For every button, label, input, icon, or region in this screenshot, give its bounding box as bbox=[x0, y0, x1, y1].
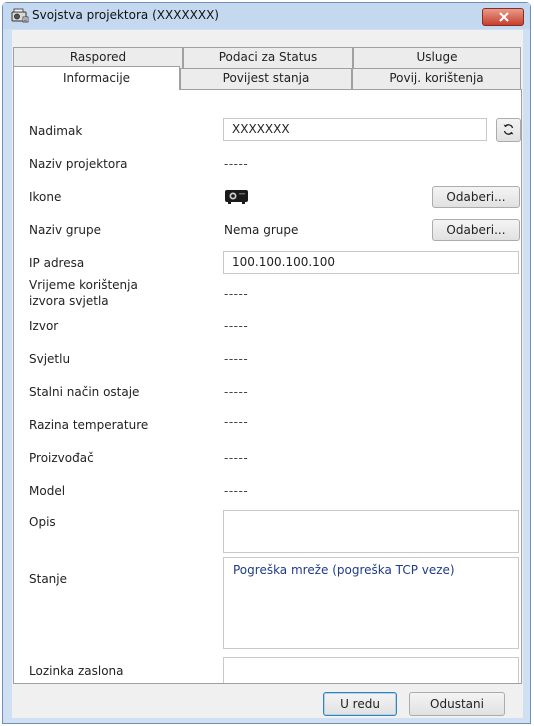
description-label: Opis bbox=[29, 515, 56, 529]
group-select-button[interactable]: Odaberi... bbox=[432, 219, 520, 241]
temperature-label: Razina temperature bbox=[29, 418, 149, 432]
icons-select-button[interactable]: Odaberi... bbox=[432, 186, 520, 208]
status-field[interactable]: Pogreška mreže (pogreška TCP veze) bbox=[223, 557, 519, 649]
manufacturer-value: ----- bbox=[224, 451, 249, 465]
light-value: ----- bbox=[224, 352, 249, 366]
constant-mode-label: Stalni način ostaje bbox=[29, 385, 140, 399]
window-title: Svojstva projektora (XXXXXXX) bbox=[32, 8, 219, 22]
tab-povij-koristenja[interactable]: Povij. korištenja bbox=[352, 68, 521, 89]
dialog-client: Raspored Podaci za Status Usluge Informa… bbox=[12, 30, 523, 718]
status-label: Stanje bbox=[29, 572, 67, 586]
nickname-label: Nadimak bbox=[29, 124, 83, 138]
projector-name-label: Naziv projektora bbox=[29, 157, 128, 171]
refresh-button[interactable] bbox=[496, 118, 521, 142]
manufacturer-label: Proizvođač bbox=[29, 451, 94, 465]
group-name-value: Nema grupe bbox=[224, 223, 299, 237]
properties-window: Svojstva projektora (XXXXXXX) Raspored P… bbox=[2, 2, 531, 724]
refresh-icon bbox=[503, 124, 514, 135]
tab-informacije[interactable]: Informacije bbox=[13, 66, 180, 90]
group-name-label: Naziv grupe bbox=[29, 223, 102, 237]
ip-address-field[interactable]: 100.100.100.100 bbox=[223, 251, 519, 274]
tab-row-bottom: Informacije Povijest stanja Povij. koriš… bbox=[13, 66, 521, 90]
source-label: Izvor bbox=[29, 319, 59, 333]
tab-raspored[interactable]: Raspored bbox=[13, 47, 183, 68]
model-value: ----- bbox=[224, 484, 249, 498]
close-icon bbox=[499, 12, 509, 22]
tab-povijest-stanja[interactable]: Povijest stanja bbox=[180, 68, 352, 89]
info-panel: Nadimak XXXXXXX Naziv projektora ----- I… bbox=[13, 89, 522, 684]
close-button[interactable] bbox=[482, 8, 524, 26]
ip-address-label: IP adresa bbox=[29, 256, 85, 270]
light-time-label-line2: izvora svjetla bbox=[29, 294, 109, 308]
light-label: Svjetlu bbox=[29, 352, 71, 366]
tab-podaci-za-status[interactable]: Podaci za Status bbox=[183, 47, 353, 68]
description-field[interactable] bbox=[223, 510, 519, 553]
title-bar[interactable]: Svojstva projektora (XXXXXXX) bbox=[3, 3, 530, 29]
projector-icon bbox=[224, 187, 250, 208]
projector-properties-icon bbox=[11, 8, 29, 23]
source-value: ----- bbox=[224, 319, 249, 333]
nickname-field[interactable]: XXXXXXX bbox=[223, 118, 487, 141]
light-time-value: ----- bbox=[224, 287, 249, 301]
light-time-label-line1: Vrijeme korištenja bbox=[29, 278, 138, 292]
projector-name-value: ----- bbox=[224, 157, 249, 171]
password-label: Lozinka zaslona bbox=[29, 664, 124, 678]
cancel-button[interactable]: Odustani bbox=[409, 692, 505, 716]
icons-label: Ikone bbox=[29, 190, 62, 204]
ok-button[interactable]: U redu bbox=[323, 692, 397, 716]
constant-mode-value: ----- bbox=[224, 385, 249, 399]
temperature-value: ----- bbox=[224, 415, 249, 429]
model-label: Model bbox=[29, 484, 66, 498]
tab-row-top: Raspored Podaci za Status Usluge bbox=[13, 47, 521, 68]
password-field[interactable] bbox=[223, 657, 519, 683]
tab-usluge[interactable]: Usluge bbox=[353, 47, 521, 68]
